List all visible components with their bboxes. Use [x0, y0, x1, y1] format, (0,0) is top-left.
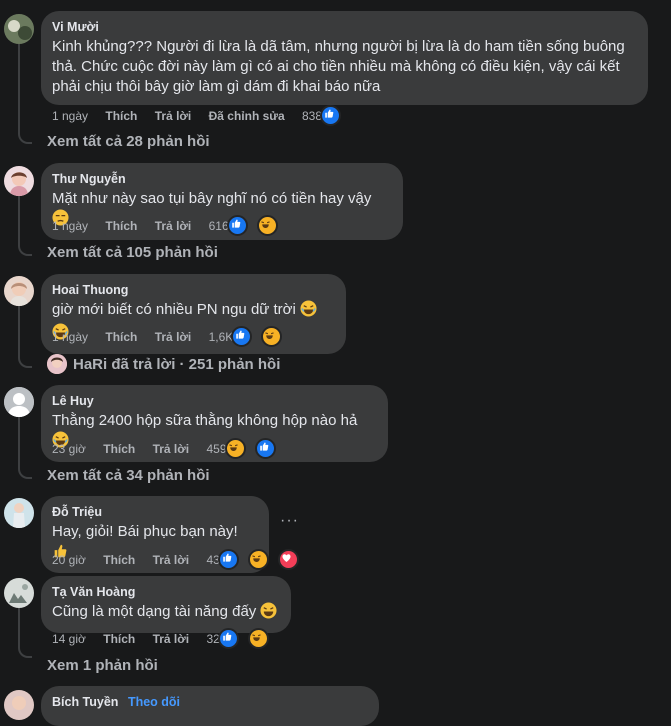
comment-author[interactable]: Đỗ Triệu	[52, 504, 257, 520]
grinning-emoji-icon	[260, 602, 278, 625]
haha-reaction-icon	[224, 438, 246, 459]
like-reaction-icon	[217, 628, 239, 649]
reply-button[interactable]: Trả lời	[153, 632, 190, 646]
comment-author[interactable]: Lê Huy	[52, 393, 376, 409]
comment-bubble: Tạ Văn Hoàng Cũng là một dạng tài năng đ…	[41, 576, 291, 633]
like-button[interactable]: Thích	[105, 330, 137, 344]
haha-reaction-icon	[247, 549, 269, 570]
haha-reaction-icon	[256, 215, 278, 236]
comment-author[interactable]: Bích Tuyền	[52, 695, 118, 709]
reactions-summary[interactable]: 838	[302, 105, 355, 126]
comment-text-line: phải chịu thôi bây giờ làm gì dám đi kha…	[52, 78, 381, 95]
comment-text: Mặt như này sao tụi bây nghĩ nó có tiền …	[52, 190, 372, 207]
view-replies-link[interactable]: Xem tất cả 28 phản hồi	[47, 132, 210, 152]
comment-actions: 1 ngày Thích Trả lời 616	[52, 215, 292, 236]
comment-author-row: Bích Tuyền Theo dõi	[52, 694, 367, 710]
comment-author[interactable]: Vi Mười	[52, 19, 636, 35]
reply-author-avatar	[47, 354, 67, 374]
like-reaction-icon	[226, 215, 248, 236]
thread-line	[18, 608, 32, 658]
view-replies-link[interactable]: Xem tất cả 105 phản hồi	[47, 243, 218, 263]
comment-author[interactable]: Thư Nguyễn	[52, 171, 391, 187]
comment-time[interactable]: 1 ngày	[52, 219, 88, 233]
reaction-count: 1,6K	[208, 329, 234, 344]
comment-actions: 23 giờ Thích Trả lời 459	[52, 438, 290, 459]
thread-line	[18, 44, 32, 144]
comment-text-line: Kinh khủng??? Người đi lừa là dã tâm, nh…	[52, 38, 625, 55]
thread-line	[18, 417, 32, 479]
thread-line	[18, 306, 32, 368]
like-reaction-icon	[231, 326, 253, 347]
haha-reaction-icon	[261, 326, 283, 347]
reaction-count: 838	[302, 108, 323, 123]
comment-author[interactable]: Hoai Thuong	[52, 282, 334, 298]
comment-bubble: Vi Mười Kinh khủng??? Người đi lừa là dã…	[41, 11, 648, 105]
view-replies-link[interactable]: Xem 1 phản hồi	[47, 656, 158, 676]
like-button[interactable]: Thích	[103, 442, 135, 456]
comment-text: Thằng 2400 hộp sữa thằng không hộp nào h…	[52, 412, 358, 429]
avatar[interactable]	[4, 276, 34, 306]
like-reaction-icon	[254, 438, 276, 459]
comment-text: Hay, giỏi! Bái phục bạn này!	[52, 523, 238, 540]
avatar[interactable]	[4, 14, 34, 44]
reactions-summary[interactable]: 616	[209, 215, 292, 236]
reply-preview-link[interactable]: HaRi đã trả lời · 251 phản hồi	[47, 354, 280, 375]
reactions-summary[interactable]: 1,6K	[209, 326, 297, 347]
reactions-summary[interactable]: 32	[206, 628, 282, 649]
comment-author[interactable]: Tạ Văn Hoàng	[52, 584, 279, 600]
comment-actions: 1 ngày Thích Trả lời Đã chỉnh sửa 838	[52, 105, 355, 126]
comment-time[interactable]: 23 giờ	[52, 442, 86, 456]
comment-text-row: Cũng là một dạng tài năng đấy	[52, 602, 279, 625]
laughing-emoji-icon	[300, 300, 317, 323]
comment-time[interactable]: 20 giờ	[52, 553, 86, 567]
like-button[interactable]: Thích	[105, 219, 137, 233]
reactions-summary[interactable]: 43	[206, 549, 312, 570]
love-reaction-icon	[277, 549, 299, 570]
avatar[interactable]	[4, 498, 34, 528]
like-reaction-icon	[217, 549, 239, 570]
comment-time[interactable]: 1 ngày	[52, 109, 88, 123]
reply-button[interactable]: Trả lời	[155, 330, 192, 344]
more-options-icon[interactable]: ···	[280, 512, 299, 530]
reply-button[interactable]: Trả lời	[153, 442, 190, 456]
comment-time[interactable]: 14 giờ	[52, 632, 86, 646]
reply-button[interactable]: Trả lời	[155, 109, 192, 123]
reply-button[interactable]: Trả lời	[153, 553, 190, 567]
like-reaction-icon	[320, 105, 342, 126]
like-button[interactable]: Thích	[105, 109, 137, 123]
view-replies-link[interactable]: Xem tất cả 34 phản hồi	[47, 466, 210, 486]
avatar[interactable]	[4, 578, 34, 608]
like-button[interactable]: Thích	[103, 632, 135, 646]
comment-actions: 14 giờ Thích Trả lời 32	[52, 628, 283, 649]
comment-text: giờ mới biết có nhiều PN ngu dữ trời	[52, 301, 296, 318]
comment-time[interactable]: 1 ngày	[52, 330, 88, 344]
thread-line	[18, 196, 32, 256]
avatar[interactable]	[4, 166, 34, 196]
comment-text-line: thả. Chức cuộc đời này làm gì có ai cho …	[52, 58, 620, 75]
like-button[interactable]: Thích	[103, 553, 135, 567]
reply-preview-text: HaRi đã trả lời · 251 phản hồi	[73, 356, 281, 373]
comment-actions: 1 ngày Thích Trả lời 1,6K	[52, 326, 297, 347]
comment-actions: 20 giờ Thích Trả lời 43	[52, 549, 313, 570]
haha-reaction-icon	[247, 628, 269, 649]
comment-bubble: Bích Tuyền Theo dõi	[41, 686, 379, 726]
reactions-summary[interactable]: 459	[206, 438, 289, 459]
reply-button[interactable]: Trả lời	[155, 219, 192, 233]
avatar[interactable]	[4, 690, 34, 720]
reaction-count: 459	[206, 441, 227, 456]
edited-label[interactable]: Đã chỉnh sửa	[209, 109, 285, 123]
avatar[interactable]	[4, 387, 34, 417]
follow-button[interactable]: Theo dõi	[128, 695, 180, 709]
reaction-count: 616	[208, 218, 229, 233]
comment-text: Cũng là một dạng tài năng đấy	[52, 603, 257, 620]
